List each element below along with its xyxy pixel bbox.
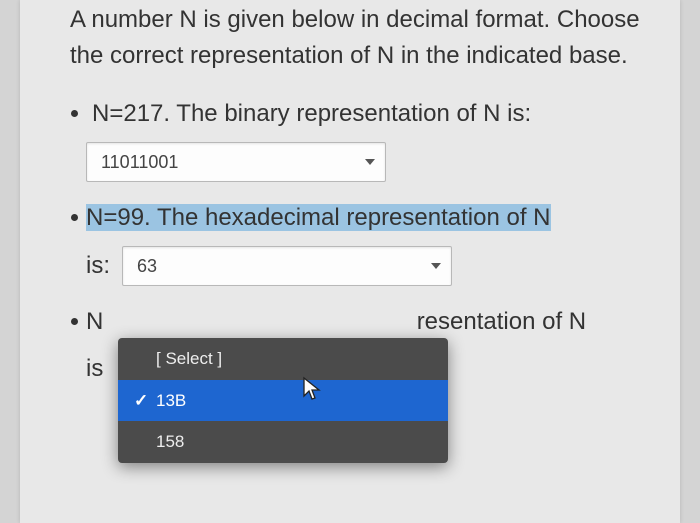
question-3: N resentation of N is [ Select ] ✓ 13B <box>92 304 652 388</box>
question-3-leading: N <box>86 308 103 335</box>
question-2-select-value: 63 <box>137 253 157 280</box>
question-1-select-value: 11011001 <box>101 149 178 176</box>
question-1-select[interactable]: 11011001 <box>86 142 386 182</box>
dropdown-option-placeholder-label: [ Select ] <box>156 346 432 372</box>
dropdown-option-placeholder[interactable]: [ Select ] <box>118 338 448 380</box>
question-2-is-label: is: <box>86 248 110 284</box>
question-prompt: A number N is given below in decimal for… <box>48 0 652 74</box>
checkmark-icon: ✓ <box>134 388 148 414</box>
question-3-is-label: is <box>86 351 103 387</box>
dropdown-option-158-label: 158 <box>156 429 432 455</box>
dropdown-option-13b-label: 13B <box>156 388 432 414</box>
chevron-down-icon <box>431 263 441 269</box>
question-1-text: N=217. The binary representation of N is… <box>92 96 652 132</box>
dropdown-option-13b[interactable]: ✓ 13B <box>118 380 448 422</box>
dropdown-option-158[interactable]: 158 <box>118 421 448 463</box>
question-3-trailing: resentation of N <box>417 308 586 335</box>
question-2: N=99. The hexadecimal representation of … <box>92 200 652 286</box>
question-2-select[interactable]: 63 <box>122 246 452 286</box>
question-3-dropdown: [ Select ] ✓ 13B 158 <box>118 338 448 463</box>
chevron-down-icon <box>365 159 375 165</box>
question-2-text: N=99. The hexadecimal representation of … <box>86 204 551 231</box>
question-1: N=217. The binary representation of N is… <box>92 96 652 182</box>
